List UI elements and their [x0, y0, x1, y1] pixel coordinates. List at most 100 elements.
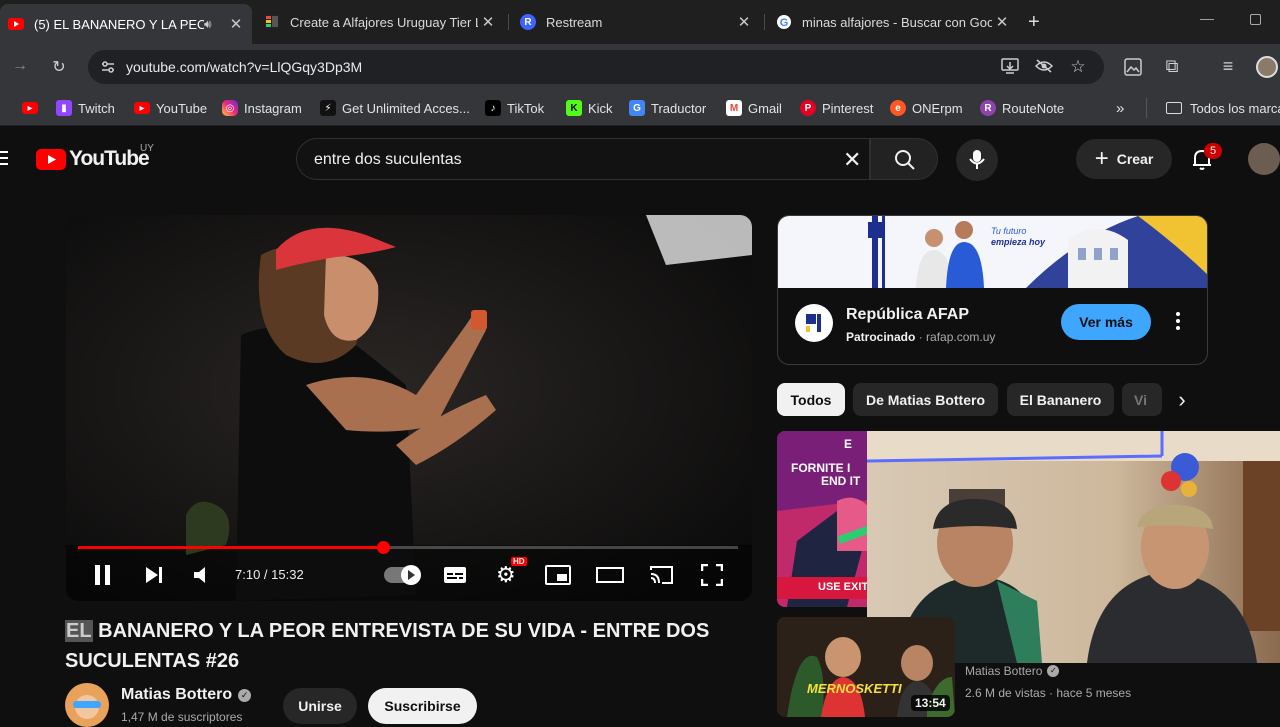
- bookmark-youtube-red[interactable]: ▸: [22, 99, 44, 117]
- join-button[interactable]: Unirse: [283, 688, 357, 724]
- ad-cta-button[interactable]: Ver más: [1061, 304, 1151, 340]
- bookmark-routenote[interactable]: R RouteNote: [980, 99, 1064, 117]
- bookmark-label: Pinterest: [822, 100, 874, 116]
- tab-title: (5) EL BANANERO Y LA PEOR ENTREVISTA: [34, 16, 204, 32]
- tab-google[interactable]: G minas alfajores - Buscar con Google ✕: [768, 6, 1018, 38]
- bookmark-label: Get Unlimited Acces...: [342, 100, 470, 116]
- autoplay-toggle[interactable]: [384, 565, 421, 585]
- chip-vi[interactable]: Vi: [1122, 383, 1162, 416]
- notifications-button[interactable]: 5: [1190, 143, 1222, 176]
- bookmark-tiktok[interactable]: ♪ TikTok: [485, 99, 544, 117]
- youtube-logo[interactable]: YouTube: [36, 147, 150, 170]
- recommendation-channel[interactable]: Matias Bottero ✓: [965, 664, 1060, 678]
- theater-mode-icon[interactable]: [596, 567, 624, 583]
- cast-icon[interactable]: [648, 565, 674, 585]
- search-button[interactable]: [870, 138, 938, 180]
- reload-icon[interactable]: ↻: [49, 57, 69, 77]
- advertiser-logo[interactable]: [795, 304, 833, 342]
- close-tab-icon[interactable]: ✕: [226, 15, 246, 33]
- title-highlight: EL: [65, 620, 93, 642]
- subtitles-icon[interactable]: [443, 565, 467, 585]
- close-tab-icon[interactable]: ✕: [478, 13, 498, 31]
- url-text[interactable]: youtube.com/watch?v=LlQGqy3Dp3M: [126, 59, 362, 75]
- pause-icon[interactable]: [94, 565, 112, 585]
- eye-off-icon[interactable]: [1034, 58, 1054, 79]
- bookmarks-bar: ▸ ▮ Twitch ▸ YouTube ◎ Instagram ⚡︎ Get …: [0, 90, 1280, 126]
- volume-icon[interactable]: [192, 565, 214, 585]
- chip-todos[interactable]: Todos: [777, 383, 845, 416]
- tiktok-icon: ♪: [485, 100, 501, 116]
- minimize-button[interactable]: —: [1200, 10, 1214, 26]
- subscriber-count: 1,47 M de suscriptores: [121, 710, 243, 724]
- channel-name[interactable]: Matias Bottero ✓: [121, 686, 252, 704]
- bookmark-onerpm[interactable]: e ONErpm: [890, 99, 963, 117]
- ad-card[interactable]: Tu futuro empieza hoy República AFAP Pat…: [777, 215, 1208, 365]
- profile-avatar[interactable]: [1256, 56, 1278, 78]
- bookmark-youtube[interactable]: ▸ YouTube: [134, 99, 207, 117]
- bookmark-star-icon[interactable]: ☆: [1068, 57, 1088, 77]
- subscribe-button[interactable]: Suscribirse: [368, 688, 477, 724]
- miniplayer-icon[interactable]: [545, 565, 571, 585]
- youtube-bookmark-icon: ▸: [22, 102, 38, 114]
- thumbnail-text-3: USE EXIT: [818, 581, 869, 593]
- maximize-button[interactable]: [1250, 14, 1261, 25]
- lightning-icon: ⚡︎: [320, 100, 336, 116]
- chips-next-arrow-icon[interactable]: ›: [1162, 383, 1202, 416]
- search-box[interactable]: entre dos suculentas ✕: [296, 138, 870, 180]
- gmail-icon: M: [726, 100, 742, 116]
- channel-avatar[interactable]: [65, 683, 109, 727]
- new-tab-button[interactable]: +: [1028, 11, 1040, 34]
- all-bookmarks-folder[interactable]: Todos los marcadores: [1166, 99, 1280, 117]
- youtube-logo-text: YouTube: [69, 147, 150, 170]
- chip-de-matias-bottero[interactable]: De Matias Bottero: [853, 383, 998, 416]
- youtube-icon: ▸: [134, 102, 150, 114]
- recommendation-thumbnail[interactable]: MERNOSKETTI 13:54: [777, 617, 955, 717]
- media-controls-icon[interactable]: ≡: [1218, 56, 1238, 77]
- close-tab-icon[interactable]: ✕: [992, 13, 1012, 31]
- bookmark-kick[interactable]: K Kick: [566, 99, 613, 117]
- clear-search-icon[interactable]: ✕: [843, 147, 861, 173]
- onerpm-icon: e: [890, 100, 906, 116]
- image-search-icon[interactable]: [1124, 58, 1142, 81]
- progress-scrubber[interactable]: [376, 541, 390, 554]
- search-icon: [895, 150, 915, 170]
- bookmark-label: Instagram: [244, 100, 302, 116]
- bookmark-pinterest[interactable]: P Pinterest: [800, 99, 873, 117]
- bookmark-instagram[interactable]: ◎ Instagram: [222, 99, 302, 117]
- fullscreen-icon[interactable]: [701, 564, 723, 586]
- ad-more-options-icon[interactable]: [1176, 312, 1182, 330]
- bookmark-traductor[interactable]: G Traductor: [629, 99, 706, 117]
- create-button[interactable]: + Crear: [1076, 139, 1172, 179]
- tab-separator: [764, 14, 765, 30]
- advertiser-name[interactable]: República AFAP: [846, 306, 969, 324]
- svg-text:G: G: [780, 17, 789, 29]
- chip-el-bananero[interactable]: El Bananero: [1007, 383, 1114, 416]
- forward-icon[interactable]: →: [10, 57, 30, 75]
- video-frame: [66, 215, 752, 601]
- afap-logo-icon: [806, 314, 821, 332]
- site-settings-icon[interactable]: [100, 59, 116, 75]
- bookmark-gmail[interactable]: M Gmail: [726, 99, 782, 117]
- ad-banner[interactable]: Tu futuro empieza hoy: [778, 216, 1207, 288]
- settings-button[interactable]: ⚙︎ HD: [496, 557, 527, 587]
- bookmark-twitch[interactable]: ▮ Twitch: [56, 99, 115, 117]
- address-bar[interactable]: youtube.com/watch?v=LlQGqy3Dp3M ☆: [88, 50, 1104, 84]
- progress-bar[interactable]: [78, 541, 738, 554]
- video-player[interactable]: 7:10 / 15:32 ⚙︎ HD: [66, 215, 752, 601]
- search-input[interactable]: entre dos suculentas: [314, 151, 462, 169]
- install-app-icon[interactable]: [1000, 58, 1020, 79]
- tab-restream[interactable]: R Restream ✕: [512, 6, 760, 38]
- extensions-icon[interactable]: ⧉: [1162, 56, 1182, 77]
- voice-search-button[interactable]: [956, 139, 998, 181]
- close-tab-icon[interactable]: ✕: [734, 13, 754, 31]
- bookmark-label: Twitch: [78, 100, 115, 116]
- tab-youtube[interactable]: (5) EL BANANERO Y LA PEOR ENTREVISTA 🔊︎ …: [0, 4, 252, 44]
- tab-tierlist[interactable]: Create a Alfajores Uruguay Tier List ✕: [256, 6, 504, 38]
- bookmark-unlimited[interactable]: ⚡︎ Get Unlimited Acces...: [320, 99, 470, 117]
- hamburger-menu-icon[interactable]: [0, 151, 8, 165]
- bookmarks-overflow-button[interactable]: »: [1116, 99, 1124, 117]
- speaker-icon[interactable]: 🔊︎: [204, 17, 226, 32]
- account-avatar[interactable]: [1248, 143, 1280, 175]
- next-video-icon[interactable]: [144, 565, 164, 585]
- thumbnail-title: MERNOSKETTI: [807, 681, 902, 696]
